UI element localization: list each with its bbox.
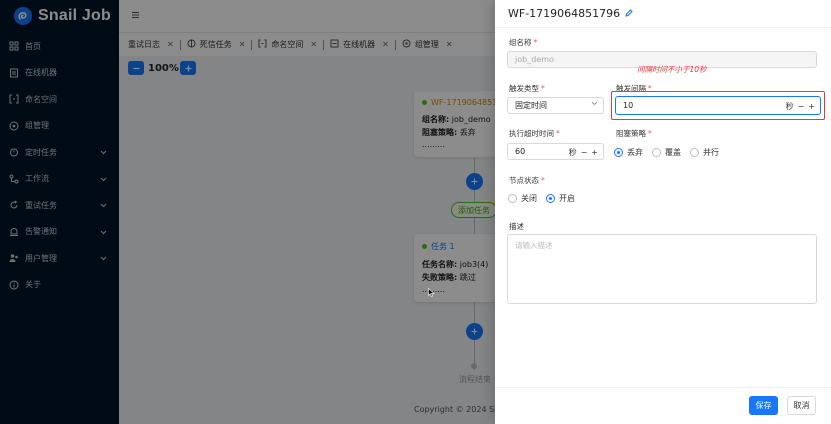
- radio-circle: [508, 194, 517, 203]
- drawer-title: WF-1719064851796: [508, 7, 633, 20]
- radio-off[interactable]: 关闭: [508, 193, 537, 204]
- group-name-label: 组名称 *: [509, 37, 537, 48]
- textarea-placeholder: 请输入描述: [515, 241, 553, 250]
- minus-icon[interactable]: −: [581, 148, 588, 157]
- timeout-stepper: 秒 − +: [569, 147, 598, 158]
- radio-circle: [546, 194, 555, 203]
- description-textarea[interactable]: 请输入描述: [507, 234, 817, 304]
- description-label: 描述: [509, 221, 524, 232]
- required-mark: *: [556, 129, 560, 138]
- chevron-down-icon: [591, 101, 598, 106]
- label-text: 描述: [509, 222, 524, 231]
- radio-label: 丢弃: [627, 148, 643, 157]
- interval-annotation: 间隔时间不小于10秒: [637, 65, 707, 74]
- label-text: 执行超时时间: [509, 129, 554, 138]
- plus-icon[interactable]: +: [591, 148, 598, 157]
- label-text: 组名称: [509, 38, 532, 47]
- trigger-type-label: 触发类型 *: [509, 83, 545, 94]
- required-mark: *: [533, 38, 538, 47]
- highlight-annotation: [611, 91, 825, 120]
- button-label: 保存: [755, 401, 772, 410]
- required-mark: *: [541, 176, 545, 185]
- node-status-label: 节点状态 *: [509, 175, 545, 186]
- radio-overwrite[interactable]: 覆盖: [652, 147, 681, 158]
- node-status-radio-group: 关闭 开启: [508, 193, 575, 204]
- drawer-title-text: WF-1719064851796: [508, 7, 621, 20]
- input-value: 60: [515, 147, 526, 156]
- radio-label: 并行: [703, 148, 719, 157]
- radio-label: 关闭: [521, 194, 537, 203]
- radio-label: 开启: [559, 194, 575, 203]
- select-value: 固定时间: [515, 101, 547, 110]
- radio-circle: [614, 148, 623, 157]
- divider: [495, 27, 831, 28]
- label-text: 节点状态: [509, 176, 539, 185]
- cancel-button[interactable]: 取消: [787, 396, 816, 415]
- save-button[interactable]: 保存: [749, 396, 778, 415]
- radio-circle: [690, 148, 699, 157]
- required-mark: *: [541, 84, 545, 93]
- field-value: job_demo: [515, 55, 554, 64]
- radio-label: 覆盖: [665, 148, 681, 157]
- required-mark: *: [648, 129, 652, 138]
- edit-icon[interactable]: [625, 7, 633, 20]
- trigger-type-select[interactable]: 固定时间: [507, 97, 604, 114]
- block-strategy-radio-group: 丢弃 覆盖 并行: [614, 147, 719, 158]
- button-label: 取消: [793, 401, 810, 410]
- divider: [495, 387, 831, 388]
- unit-label: 秒: [568, 148, 577, 157]
- timeout-label: 执行超时时间 *: [509, 128, 560, 139]
- block-strategy-label: 阻塞策略 *: [616, 128, 652, 139]
- label-text: 触发类型: [509, 84, 539, 93]
- label-text: 阻塞策略: [616, 129, 646, 138]
- radio-circle: [652, 148, 661, 157]
- timeout-input[interactable]: 60 秒 − +: [507, 143, 604, 160]
- mouse-cursor-icon: [428, 287, 435, 299]
- radio-parallel[interactable]: 并行: [690, 147, 719, 158]
- radio-on[interactable]: 开启: [546, 193, 575, 204]
- radio-discard[interactable]: 丢弃: [614, 147, 643, 158]
